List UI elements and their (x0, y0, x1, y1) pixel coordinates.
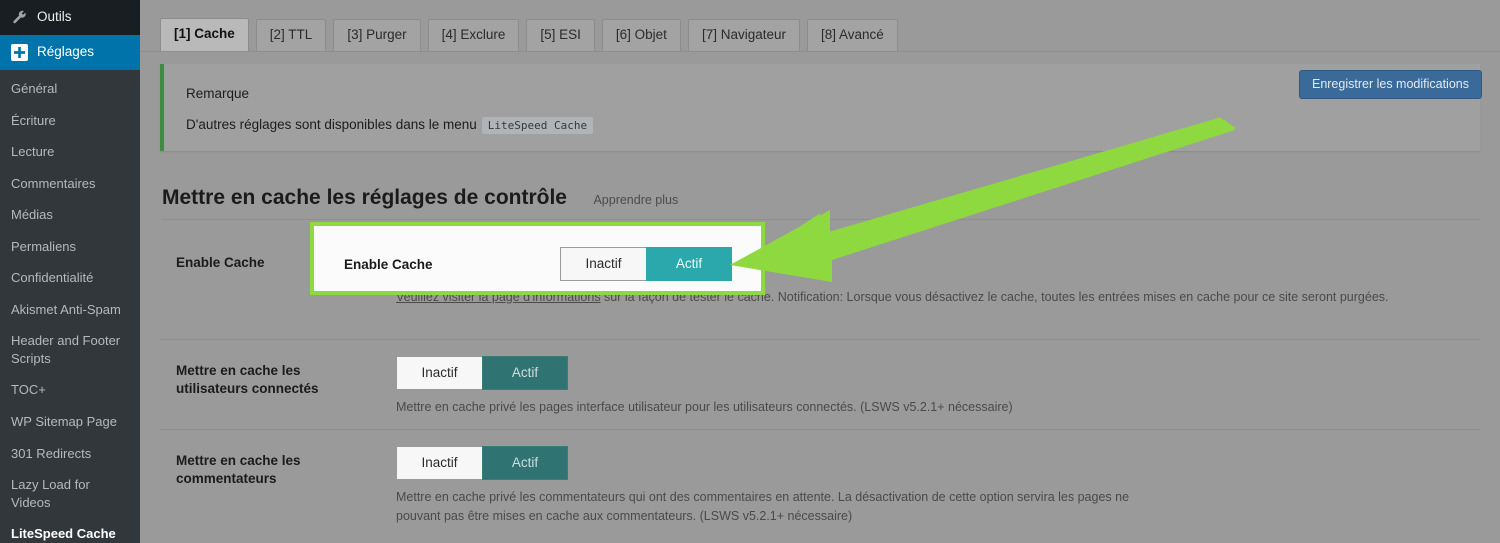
learn-more-link[interactable]: Apprendre plus (593, 193, 678, 207)
settings-tab-bar: [1] Cache [2] TTL [3] Purger [4] Exclure… (160, 18, 898, 51)
sidebar-subitem-commentaires[interactable]: Commentaires (0, 168, 140, 200)
sidebar-subitem-confidentialite[interactable]: Confidentialité (0, 262, 140, 294)
toggle-option-off[interactable]: Inactif (396, 446, 482, 481)
sidebar-subitem-lazy-load-for-videos[interactable]: Lazy Load for Videos (0, 469, 140, 518)
tab-exclure[interactable]: [4] Exclure (427, 19, 520, 51)
toggle-option-on[interactable]: Actif (646, 247, 732, 282)
toggle-option-off[interactable]: Inactif (560, 247, 646, 282)
sidebar-subitem-header-footer-scripts[interactable]: Header and Footer Scripts (0, 325, 140, 374)
content-area: [1] Cache [2] TTL [3] Purger [4] Exclure… (140, 0, 1500, 543)
setting-label: Mettre en cache les utilisateurs connect… (176, 363, 319, 396)
sidebar-subitem-lecture[interactable]: Lecture (0, 136, 140, 168)
save-button[interactable]: Enregistrer les modifications (1298, 70, 1482, 99)
notice-title: Remarque (186, 86, 250, 101)
tab-ttl[interactable]: [2] TTL (255, 19, 327, 51)
setting-row-cache-logged-users: Mettre en cache les utilisateurs connect… (160, 340, 1480, 430)
toggle-option-on[interactable]: Actif (482, 446, 568, 481)
sidebar-subitem-akismet[interactable]: Akismet Anti-Spam (0, 294, 140, 326)
sidebar-subitem-litespeed-cache[interactable]: LiteSpeed Cache (0, 518, 140, 543)
notice-code-chip: LiteSpeed Cache (481, 117, 594, 134)
notice-text: D'autres réglages sont disponibles dans … (186, 117, 477, 132)
setting-row-cache-commenters: Mettre en cache les commentateurs Inacti… (160, 430, 1480, 543)
sidebar-subitem-general[interactable]: Général (0, 73, 140, 105)
toggle-option-off[interactable]: Inactif (396, 356, 482, 391)
highlighted-toggle-enable-cache[interactable]: Inactif Actif (560, 247, 732, 282)
page-title: Mettre en cache les réglages de contrôle (162, 186, 567, 209)
section-divider (162, 219, 1480, 220)
admin-sidebar: Outils Réglages Général Écriture Lecture… (0, 0, 140, 543)
highlighted-setting-label: Enable Cache (344, 257, 433, 272)
setting-description: Mettre en cache privé les pages interfac… (396, 400, 1013, 414)
sidebar-subitem-wp-sitemap-page[interactable]: WP Sitemap Page (0, 406, 140, 438)
setting-label: Mettre en cache les commentateurs (176, 453, 301, 486)
section-header: Mettre en cache les réglages de contrôle… (162, 186, 1480, 220)
wrench-icon (11, 9, 28, 26)
settings-gear-icon (11, 44, 28, 61)
sidebar-submenu: Général Écriture Lecture Commentaires Mé… (0, 70, 140, 543)
notice-body: D'autres réglages sont disponibles dans … (186, 117, 594, 134)
sidebar-subitem-ecriture[interactable]: Écriture (0, 105, 140, 137)
sidebar-subitem-permaliens[interactable]: Permaliens (0, 231, 140, 263)
sidebar-subitem-301-redirects[interactable]: 301 Redirects (0, 438, 140, 470)
tab-navigateur[interactable]: [7] Navigateur (687, 19, 800, 51)
setting-description: Mettre en cache privé les commentateurs … (396, 490, 1130, 524)
sidebar-item-label: Réglages (37, 44, 95, 60)
tab-purger[interactable]: [3] Purger (333, 19, 421, 51)
tab-cache[interactable]: [1] Cache (160, 18, 249, 51)
tab-avance[interactable]: [8] Avancé (806, 19, 898, 51)
highlight-box: Enable Cache Inactif Actif (310, 222, 765, 295)
sidebar-item-reglages[interactable]: Réglages (0, 35, 140, 70)
sidebar-item-label: Outils (37, 9, 72, 25)
toggle-option-on[interactable]: Actif (482, 356, 568, 391)
toggle-cache-commenters[interactable]: Inactif Actif (396, 446, 568, 481)
sidebar-subitem-toc[interactable]: TOC+ (0, 374, 140, 406)
sidebar-item-outils[interactable]: Outils (0, 0, 140, 35)
tab-underline (140, 51, 1500, 52)
sidebar-top-group: Outils Réglages (0, 0, 140, 70)
tab-objet[interactable]: [6] Objet (601, 19, 681, 51)
notice-box: Remarque D'autres réglages sont disponib… (160, 64, 1480, 151)
toggle-cache-logged-users[interactable]: Inactif Actif (396, 356, 568, 391)
sidebar-subitem-medias[interactable]: Médias (0, 199, 140, 231)
tab-esi[interactable]: [5] ESI (526, 19, 595, 51)
